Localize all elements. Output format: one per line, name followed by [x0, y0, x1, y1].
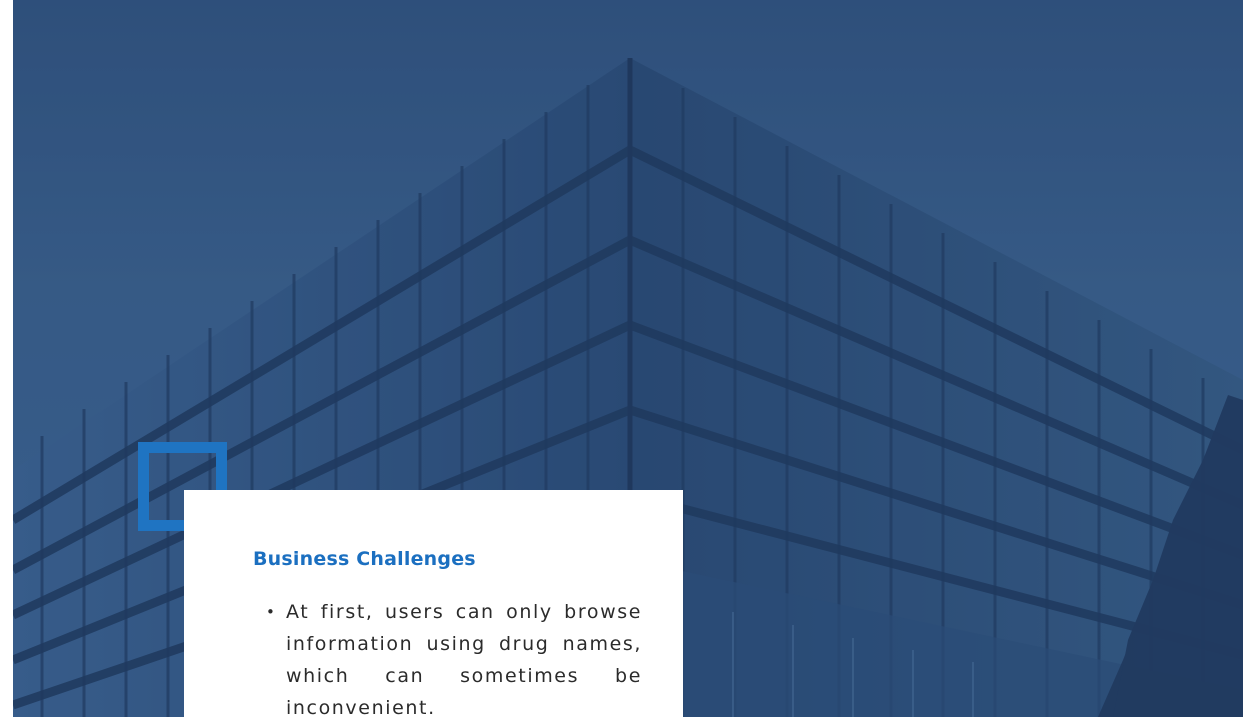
business-challenges-card: Business Challenges At first, users can … [184, 490, 683, 717]
page: Business Challenges At first, users can … [0, 0, 1243, 717]
list-item: At first, users can only browse informat… [266, 596, 642, 717]
challenges-list: At first, users can only browse informat… [266, 596, 642, 717]
card-title: Business Challenges [253, 548, 476, 570]
